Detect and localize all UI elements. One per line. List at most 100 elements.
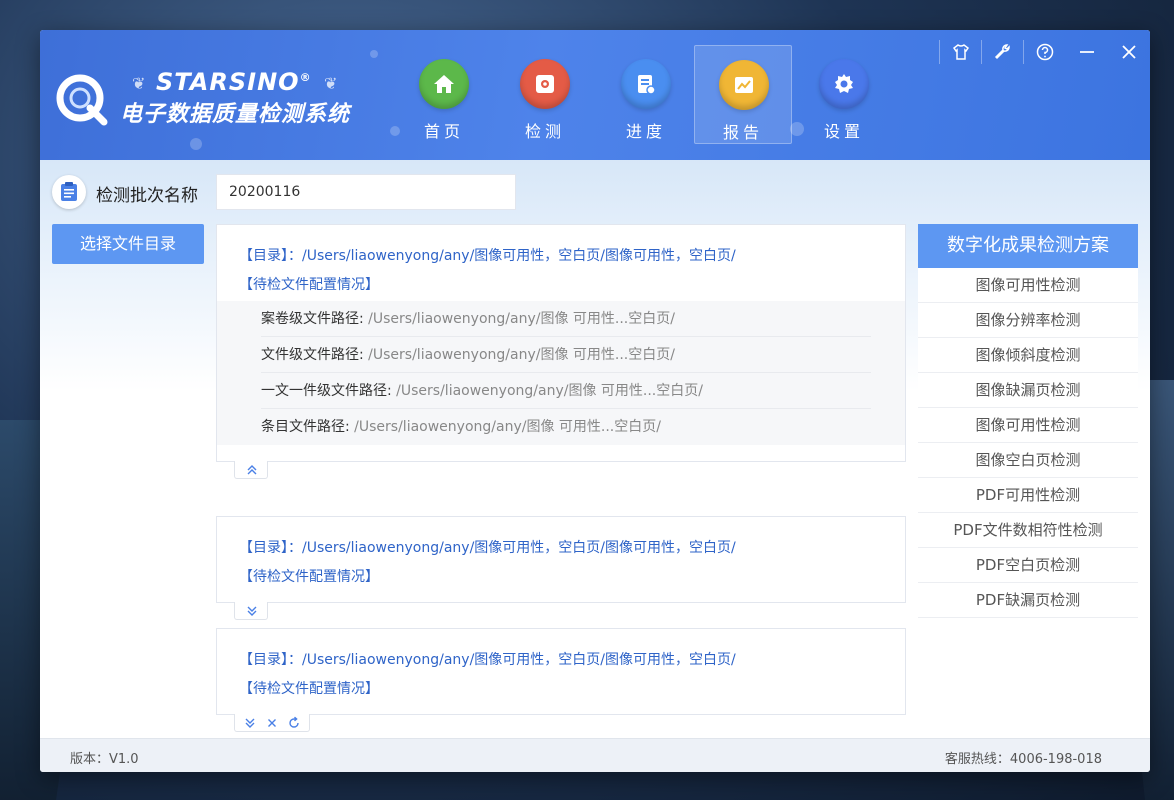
report-icon: [735, 77, 753, 93]
decor-bubble: [190, 138, 202, 150]
directory-card: 【目录】：/Users/liaowenyong/any/图像可用性，空白页/图像…: [216, 628, 906, 715]
scheme-item[interactable]: PDF空白页检测: [918, 548, 1138, 583]
card-path: 【目录】：/Users/liaowenyong/any/图像可用性，空白页/图像…: [239, 537, 736, 557]
batch-name-input[interactable]: 20200116: [216, 174, 516, 210]
detail-value: /Users/liaowenyong/any/图像 可用性...空白页/: [368, 311, 675, 327]
nav-inspect-circle: [520, 59, 570, 109]
card-toggle: [234, 714, 310, 732]
detail-row: 一文一件级文件路径: /Users/liaowenyong/any/图像 可用性…: [261, 373, 871, 409]
detail-value: /Users/liaowenyong/any/图像 可用性...空白页/: [396, 383, 703, 399]
nav-settings-circle: [819, 59, 869, 109]
home-icon: [434, 75, 454, 93]
close-icon: [1122, 45, 1136, 59]
app-subtitle: 电子数据质量检测系统: [120, 102, 351, 127]
clipboard-icon: [61, 182, 77, 201]
nav-report-label: 报告: [722, 123, 763, 142]
nav-inspect-label: 检测: [524, 122, 565, 141]
path-value: /Users/liaowenyong/any/图像可用性，空白页/图像可用性，空…: [302, 652, 736, 668]
panel-title: 数字化成果检测方案: [918, 224, 1138, 268]
wrench-icon: [994, 44, 1010, 60]
version-text: 版本：V1.0: [70, 752, 139, 767]
batch-name-label: 检测批次名称: [96, 186, 198, 206]
expand-icon[interactable]: [245, 604, 259, 618]
minimize-button[interactable]: [1068, 34, 1106, 70]
expand-icon[interactable]: [243, 716, 257, 730]
config-label: 【待检文件配置情况】: [239, 681, 379, 697]
scheme-item[interactable]: 图像可用性检测: [918, 408, 1138, 443]
inspect-icon: [536, 75, 554, 93]
card-path: 【目录】：/Users/liaowenyong/any/图像可用性，空白页/图像…: [239, 245, 736, 265]
card-path: 【目录】：/Users/liaowenyong/any/图像可用性，空白页/图像…: [239, 649, 736, 669]
controls-divider: [939, 40, 940, 64]
path-value: /Users/liaowenyong/any/图像可用性，空白页/图像可用性，空…: [302, 540, 736, 556]
minimize-icon: [1080, 51, 1094, 53]
brand-mark: ®: [299, 71, 312, 84]
app-window: ❦ STARSINO® ❦ 电子数据质量检测系统 首页 检测 进度 报告 设置 …: [40, 30, 1150, 772]
detail-label: 一文一件级文件路径:: [261, 383, 397, 399]
card-toggle: [234, 461, 268, 479]
brand-name: STARSINO®: [156, 68, 312, 96]
directory-card: 【目录】：/Users/liaowenyong/any/图像可用性，空白页/图像…: [216, 516, 906, 603]
scheme-item[interactable]: PDF可用性检测: [918, 478, 1138, 513]
path-label: 【目录】：: [239, 540, 302, 556]
scheme-item[interactable]: 图像缺漏页检测: [918, 373, 1138, 408]
nav-progress[interactable]: 进度: [597, 45, 695, 144]
nav-progress-label: 进度: [625, 122, 666, 141]
app-header: ❦ STARSINO® ❦ 电子数据质量检测系统 首页 检测 进度 报告 设置: [40, 30, 1150, 160]
path-label: 【目录】：: [239, 652, 302, 668]
nav-settings-label: 设置: [823, 122, 864, 141]
nav-report[interactable]: 报告: [694, 45, 792, 144]
detail-value: /Users/liaowenyong/any/图像 可用性...空白页/: [368, 347, 675, 363]
status-bar: 版本：V1.0 客服热线：4006-198-018: [40, 738, 1150, 772]
detail-label: 文件级文件路径:: [261, 347, 369, 363]
scheme-item[interactable]: 图像分辨率检测: [918, 303, 1138, 338]
nav-settings[interactable]: 设置: [795, 45, 893, 144]
nav-home-circle: [419, 59, 469, 109]
skin-button[interactable]: [942, 34, 980, 70]
batch-icon-wrapper: [52, 175, 86, 209]
path-label: 【目录】：: [239, 248, 302, 264]
hotline-text: 客服热线：4006-198-018: [944, 752, 1102, 767]
delete-icon[interactable]: [265, 716, 279, 730]
help-button[interactable]: [1026, 34, 1064, 70]
progress-icon: [638, 75, 656, 95]
gear-icon: [835, 74, 853, 93]
leaf-left-icon: ❦: [132, 74, 146, 93]
nav-progress-circle: [621, 59, 671, 109]
main-content: 检测批次名称 20200116 选择文件目录 【目录】：/Users/liaow…: [40, 160, 1150, 738]
collapse-icon[interactable]: [245, 463, 259, 477]
leaf-right-icon: ❦: [324, 74, 338, 93]
decor-bubble: [370, 50, 378, 58]
detail-label: 条目文件路径:: [261, 419, 355, 435]
brand-text: STARSINO: [156, 68, 300, 96]
detail-row: 案卷级文件路径: /Users/liaowenyong/any/图像 可用性..…: [261, 301, 871, 337]
detail-row: 条目文件路径: /Users/liaowenyong/any/图像 可用性...…: [261, 409, 871, 445]
scheme-item[interactable]: 图像倾斜度检测: [918, 338, 1138, 373]
card-toggle: [234, 602, 268, 620]
detail-row: 文件级文件路径: /Users/liaowenyong/any/图像 可用性..…: [261, 337, 871, 373]
nav-home[interactable]: 首页: [395, 45, 493, 144]
scheme-item[interactable]: PDF文件数相符性检测: [918, 513, 1138, 548]
config-label: 【待检文件配置情况】: [239, 569, 379, 585]
refresh-icon[interactable]: [287, 716, 301, 730]
detail-value: /Users/liaowenyong/any/图像 可用性...空白页/: [354, 419, 661, 435]
path-value: /Users/liaowenyong/any/图像可用性，空白页/图像可用性，空…: [302, 248, 736, 264]
logo-mark-icon: [56, 74, 108, 126]
controls-divider: [1023, 40, 1024, 64]
nav-inspect[interactable]: 检测: [496, 45, 594, 144]
scheme-item[interactable]: 图像空白页检测: [918, 443, 1138, 478]
help-icon: [1036, 43, 1054, 61]
scheme-item[interactable]: PDF缺漏页检测: [918, 583, 1138, 618]
nav-home-label: 首页: [423, 122, 464, 141]
close-button[interactable]: [1110, 34, 1148, 70]
detail-label: 案卷级文件路径:: [261, 311, 369, 327]
tools-button[interactable]: [984, 34, 1022, 70]
config-details: 案卷级文件路径: /Users/liaowenyong/any/图像 可用性..…: [217, 301, 905, 445]
scheme-item[interactable]: 图像可用性检测: [918, 268, 1138, 303]
controls-divider: [981, 40, 982, 64]
nav-report-circle: [719, 60, 769, 110]
app-logo: ❦ STARSINO® ❦ 电子数据质量检测系统: [56, 68, 356, 128]
directory-card: 【目录】：/Users/liaowenyong/any/图像可用性，空白页/图像…: [216, 224, 906, 462]
select-directory-button[interactable]: 选择文件目录: [52, 224, 204, 264]
config-label: 【待检文件配置情况】: [239, 277, 379, 293]
